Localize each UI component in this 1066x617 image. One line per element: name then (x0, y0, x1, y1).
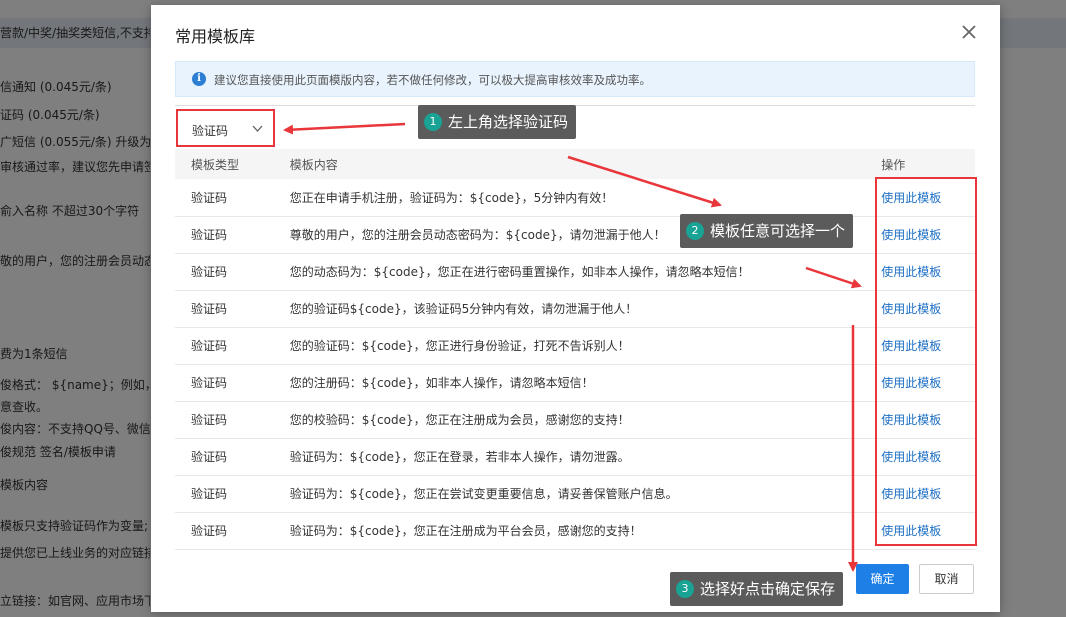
table-row: 验证码 您的验证码：${code}，您正进行身份验证，打死不告诉别人！ 使用此模板 (175, 327, 975, 364)
notice-text: 建议您直接使用此页面模版内容，若不做任何修改，可以极大提高审核效率及成功率。 (214, 73, 651, 87)
annotation-3-number: 3 (676, 580, 694, 598)
annotation-1-number: 1 (424, 113, 442, 131)
table-row: 验证码 您的验证码${code}，该验证码5分钟内有效，请勿泄漏于他人！ 使用此模板 (175, 290, 975, 327)
annotation-3-text: 选择好点击确定保存 (700, 580, 836, 598)
template-type-cell: 验证码 (191, 265, 228, 279)
template-type-cell: 验证码 (191, 190, 228, 205)
template-type-cell: 验证码 (191, 524, 228, 538)
annotation-1: 1 左上角选择验证码 (418, 105, 577, 139)
template-type-cell: 验证码 (191, 302, 228, 316)
template-type-cell: 验证码 (191, 228, 228, 242)
table-row: 验证码 您正在申请手机注册，验证码为：${code}，5分钟内有效！ 使用此模板 (175, 179, 975, 216)
notice-banner: i 建议您直接使用此页面模版内容，若不做任何修改，可以极大提高审核效率及成功率。 (175, 61, 975, 97)
info-icon: i (192, 72, 206, 86)
table-row: 验证码 尊敬的用户，您的注册会员动态密码为：${code}，请勿泄漏于他人！ 使用此… (175, 216, 975, 253)
cancel-button[interactable]: 取消 (919, 564, 974, 594)
template-table: 模板类型 模板内容 操作 验证码 您正在申请手机注册，验证码为：${code}，5… (175, 149, 975, 550)
annotation-1-text: 左上角选择验证码 (448, 113, 569, 131)
header-action: 操作 (881, 157, 906, 172)
template-content-cell: 验证码为：${code}，您正在尝试变更重要信息，请妥善保管账户信息。 (289, 487, 678, 501)
table-row: 验证码 您的校验码：${code}，您正在注册成为会员，感谢您的支持！ 使用此模板 (175, 401, 975, 438)
annotation-2-number: 2 (686, 222, 704, 240)
highlight-actions-box (875, 177, 977, 546)
modal-title: 常用模板库 (175, 27, 256, 46)
template-content-cell: 您的验证码${code}，该验证码5分钟内有效，请勿泄漏于他人！ (289, 302, 638, 316)
annotation-2: 2 模板任意可选择一个 (680, 214, 854, 248)
template-type-cell: 验证码 (191, 487, 228, 501)
template-content-cell: 您的校验码：${code}，您正在注册成为会员，感谢您的支持！ (289, 413, 630, 427)
template-content-cell: 您的注册码：${code}，如非本人操作，请忽略本短信！ (289, 376, 594, 390)
template-type-cell: 验证码 (191, 413, 228, 427)
confirm-button[interactable]: 确定 (856, 564, 909, 594)
table-row: 验证码 验证码为：${code}，您正在注册成为平台会员，感谢您的支持！ 使用此模板 (175, 512, 975, 549)
table-row: 验证码 验证码为：${code}，您正在尝试变更重要信息，请妥善保管账户信息。 使用… (175, 475, 975, 512)
header-content: 模板内容 (289, 157, 338, 172)
template-content-cell: 您的验证码：${code}，您正进行身份验证，打死不告诉别人！ (289, 339, 630, 353)
template-content-cell: 您正在申请手机注册，验证码为：${code}，5分钟内有效！ (289, 190, 614, 205)
template-type-cell: 验证码 (191, 450, 228, 464)
close-icon[interactable] (960, 23, 978, 41)
header-type: 模板类型 (191, 157, 240, 172)
template-content-cell: 验证码为：${code}，您正在登录，若非本人操作，请勿泄露。 (289, 450, 630, 464)
table-row: 验证码 您的注册码：${code}，如非本人操作，请忽略本短信！ 使用此模板 (175, 364, 975, 401)
template-library-modal: 常用模板库 i 建议您直接使用此页面模版内容，若不做任何修改，可以极大提高审核效… (151, 5, 1000, 612)
template-type-cell: 验证码 (191, 376, 228, 390)
table-header-row: 模板类型 模板内容 操作 (175, 149, 975, 179)
table-row: 验证码 验证码为：${code}，您正在登录，若非本人操作，请勿泄露。 使用此模板 (175, 438, 975, 475)
table-row: 验证码 您的动态码为：${code}，您正在进行密码重置操作，如非本人操作，请忽略… (175, 253, 975, 290)
template-type-cell: 验证码 (191, 339, 228, 353)
template-content-cell: 验证码为：${code}，您正在注册成为平台会员，感谢您的支持！ (289, 524, 642, 538)
annotation-2-text: 模板任意可选择一个 (710, 222, 846, 240)
annotation-3: 3 选择好点击确定保存 (670, 572, 844, 606)
template-content-cell: 您的动态码为：${code}，您正在进行密码重置操作，如非本人操作，请忽略本短信… (289, 265, 750, 279)
highlight-select-box (176, 109, 275, 147)
